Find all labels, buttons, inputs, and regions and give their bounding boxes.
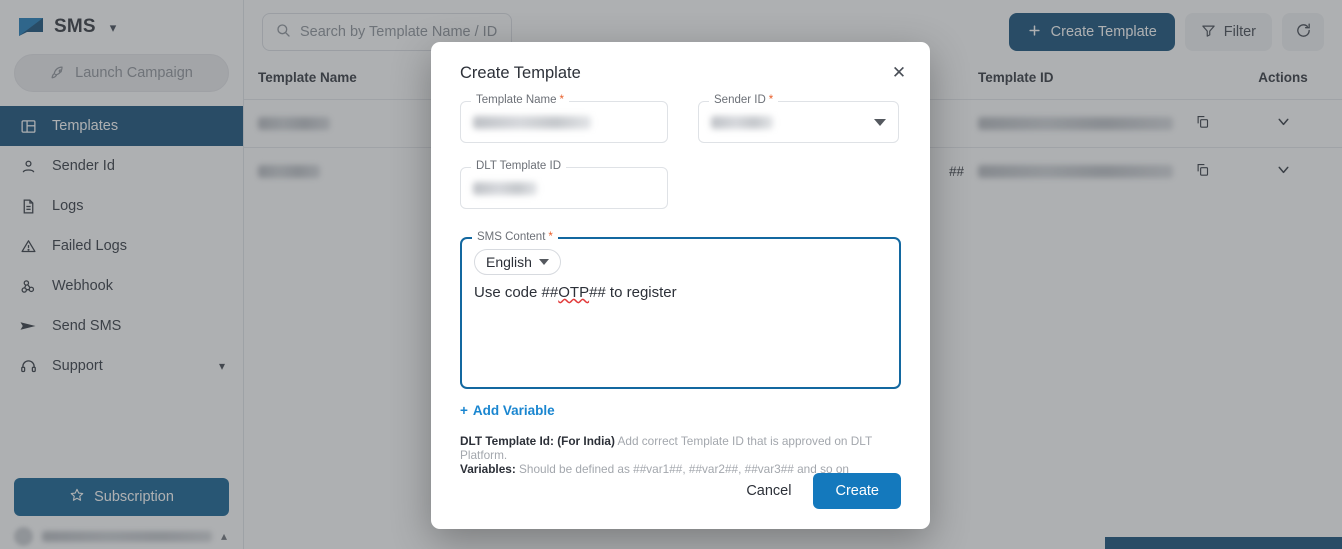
dlt-template-id-label: DLT Template ID	[471, 160, 567, 172]
dlt-template-id-value-redacted	[473, 181, 537, 195]
create-button[interactable]: Create	[813, 473, 901, 509]
hints: DLT Template Id: (For India) Add correct…	[460, 434, 901, 476]
sender-id-label: Sender ID *	[709, 94, 779, 106]
language-selector[interactable]: English	[474, 249, 561, 275]
hint-dlt: DLT Template Id: (For India) Add correct…	[460, 434, 901, 462]
dlt-template-id-field[interactable]: DLT Template ID	[460, 160, 668, 209]
sms-content-field[interactable]: SMS Content * English Use code ##OTP## to…	[460, 231, 901, 389]
create-template-modal: Create Template ✕ Template Name * Sender …	[431, 42, 930, 529]
plus-icon: +	[460, 403, 468, 418]
add-variable-label: Add Variable	[472, 403, 555, 418]
add-variable-button[interactable]: + Add Variable	[460, 403, 555, 418]
modal-title: Create Template	[460, 64, 581, 82]
sms-text-suffix: ## to register	[589, 284, 677, 301]
cancel-button[interactable]: Cancel	[742, 475, 795, 507]
sms-text-prefix: Use code ##	[474, 284, 559, 301]
template-name-label: Template Name *	[471, 94, 570, 106]
modal-footer: Cancel Create	[742, 473, 901, 509]
sender-id-value-redacted	[711, 115, 773, 129]
sender-id-field[interactable]: Sender ID *	[698, 94, 899, 143]
form-row-1: Template Name * Sender ID *	[460, 94, 901, 143]
language-label: English	[486, 254, 532, 270]
hint-variables-bold: Variables:	[460, 462, 516, 477]
template-name-value-redacted	[473, 115, 591, 129]
chevron-down-icon	[538, 259, 549, 265]
chevron-down-icon[interactable]	[874, 118, 886, 126]
template-name-field[interactable]: Template Name *	[460, 94, 668, 143]
close-icon[interactable]: ✕	[888, 62, 910, 84]
app-root: SMS ▾ Launch Campaign Templates Sender I…	[0, 0, 1342, 549]
sms-content-label: SMS Content *	[472, 231, 558, 243]
hint-dlt-bold: DLT Template Id: (For India)	[460, 434, 615, 448]
sms-text-variable: OTP	[558, 284, 590, 301]
sms-content-text[interactable]: Use code ##OTP## to register	[474, 284, 887, 301]
